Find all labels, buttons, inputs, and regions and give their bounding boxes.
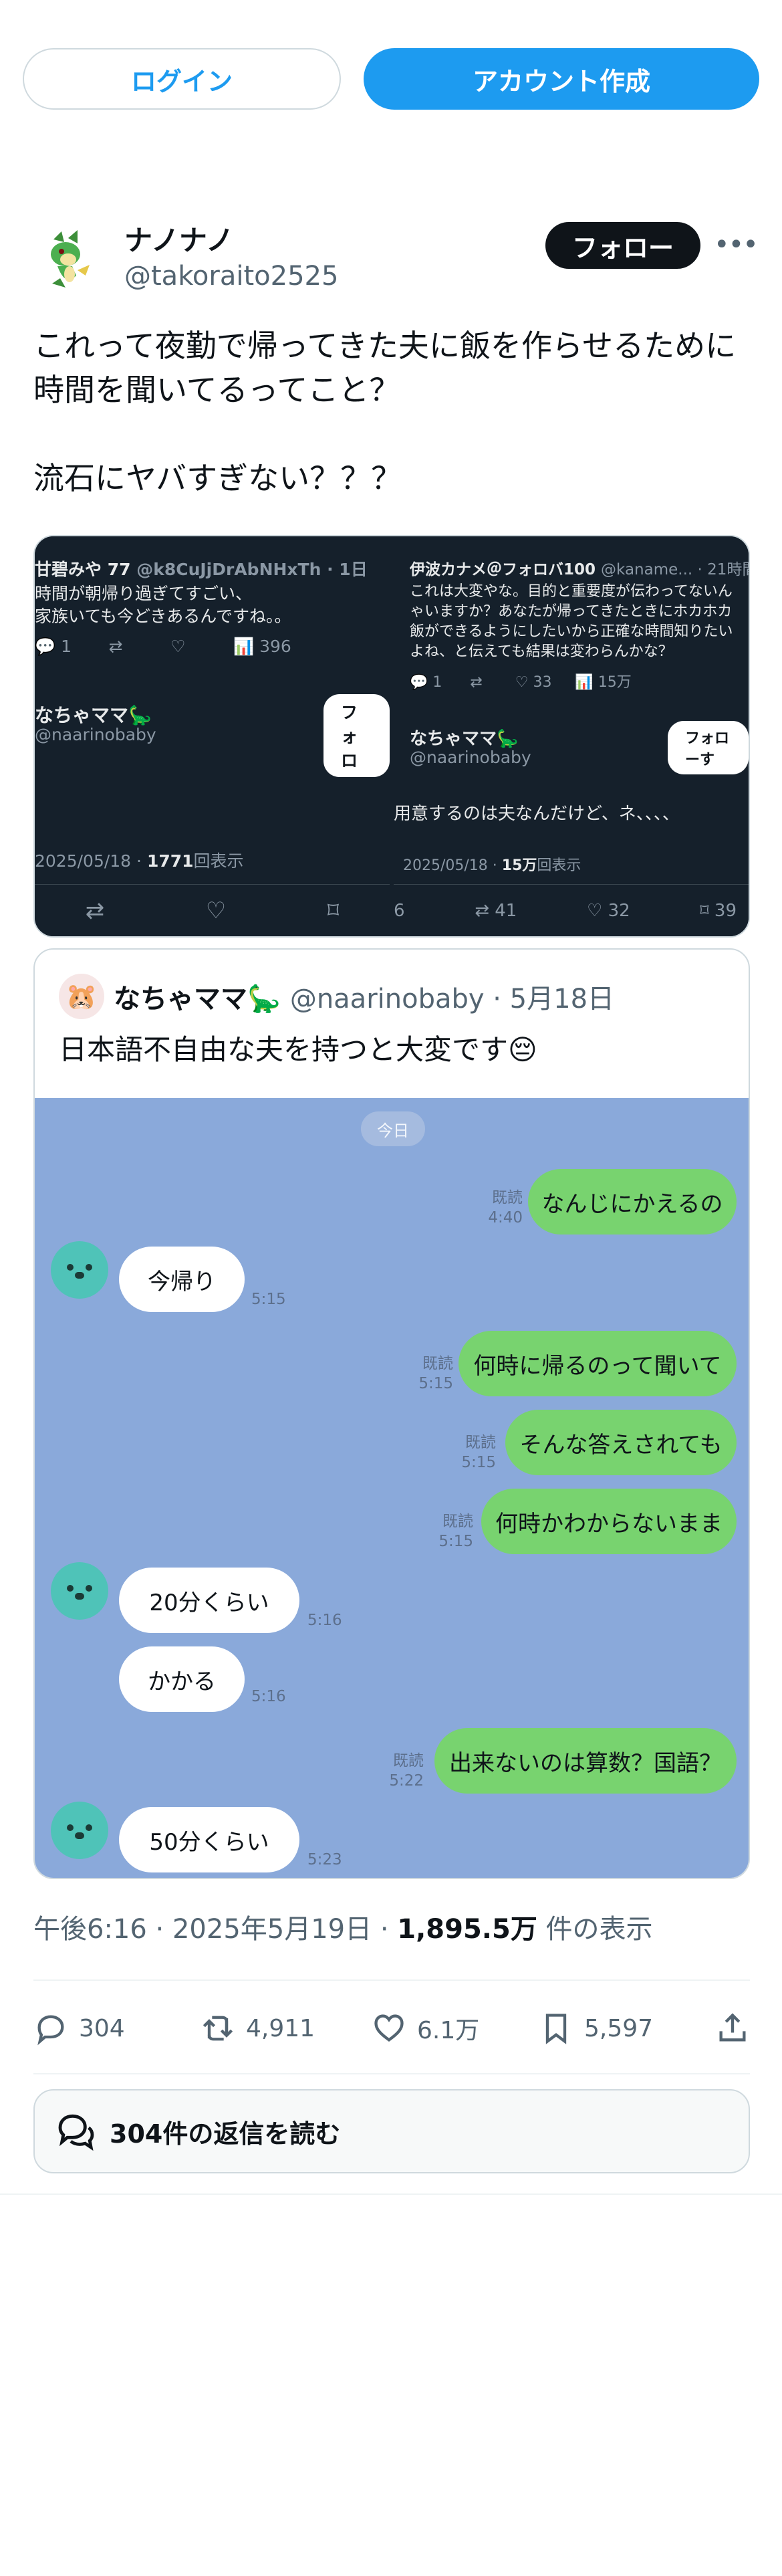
tweet-text: これって夜勤で帰ってきた夫に飯を作らせるために時間を聞いてるってこと？ 流石にヤ… bbox=[33, 328, 737, 496]
follow-button[interactable]: フォロー bbox=[545, 222, 700, 269]
message-bubble-received: 50分くらい bbox=[119, 1807, 299, 1872]
tweet-author: ナノナノ @takoraito2525 フォロー ••• bbox=[33, 214, 759, 308]
tweet-media[interactable]: 甘碧みや 77 @k8CuJjDrAbNHxTh · 1日 時間が朝帰り過ぎてす… bbox=[33, 535, 750, 938]
chat-bubbles-icon bbox=[58, 2114, 94, 2151]
media-image-left[interactable]: 甘碧みや 77 @k8CuJjDrAbNHxTh · 1日 時間が朝帰り過ぎてす… bbox=[35, 536, 390, 936]
reply-line: 飯ができるようにしたいから正確な時間知りたい bbox=[410, 623, 733, 640]
message-bubble-sent: なんじにかえるの bbox=[528, 1169, 737, 1235]
message-meta: 既読 5:15 bbox=[418, 1355, 453, 1392]
post-author: なちゃママ🦕 bbox=[35, 704, 152, 726]
bear-avatar-icon bbox=[51, 1241, 108, 1299]
quoted-tweet-header: 🐹 なちゃママ🦕 @naarinobaby · 5月18日 bbox=[59, 972, 614, 1021]
bookmark-icon: ⌑ 39 bbox=[700, 900, 737, 921]
message-bubble-sent: 何時に帰るのって聞いて bbox=[459, 1331, 737, 1396]
reply-icon bbox=[37, 2015, 64, 2046]
read-replies-label: 304件の返信を読む bbox=[110, 2119, 341, 2149]
author-handle[interactable]: @takoraito2525 bbox=[124, 261, 338, 292]
retweet-icon: ⇄ 41 bbox=[475, 900, 517, 921]
message-bubble-received: 今帰り bbox=[119, 1247, 245, 1312]
divider bbox=[0, 2193, 782, 2195]
post-handle: @naarinobaby bbox=[410, 748, 531, 767]
reply-count: 304 bbox=[79, 2014, 125, 2042]
signup-button[interactable]: アカウント作成 bbox=[364, 48, 759, 110]
reply-line: 家族いても今どきあるんですね。。 bbox=[35, 607, 291, 626]
login-button[interactable]: ログイン bbox=[23, 48, 341, 110]
bookmark-button[interactable]: 5,597 bbox=[539, 2011, 710, 2046]
more-horizontal-icon[interactable]: ••• bbox=[714, 227, 759, 262]
post-date: 2025/05/18 · 1771回表示 bbox=[35, 851, 244, 871]
bookmark-icon: ⌑ bbox=[327, 897, 340, 924]
share-button[interactable] bbox=[715, 2011, 750, 2046]
reply-author: 伊波カナメ＠フォロバ100 @kaname... · 21時間 bbox=[410, 561, 749, 578]
message-meta: 既読 5:15 bbox=[438, 1513, 473, 1550]
bear-avatar-icon bbox=[51, 1562, 108, 1620]
reply-author: 甘碧みや 77 @k8CuJjDrAbNHxTh · 1日 bbox=[35, 560, 368, 579]
message-bubble-sent: そんな答えされても bbox=[505, 1410, 737, 1475]
bookmark-icon bbox=[545, 2014, 567, 2044]
bookmark-count: 5,597 bbox=[584, 2014, 654, 2042]
quoted-author-meta: @naarinobaby · 5月18日 bbox=[289, 984, 615, 1014]
avatar: 🐹 bbox=[59, 974, 104, 1019]
media-image-right[interactable]: 伊波カナメ＠フォロバ100 @kaname... · 21時間 これは大変やな。… bbox=[394, 536, 749, 936]
reply-line: これは大変やな。目的と重要度が伝わってないん bbox=[410, 583, 733, 600]
read-replies-button[interactable]: 304件の返信を読む bbox=[33, 2089, 750, 2173]
auth-bar: ログイン アカウント作成 bbox=[23, 48, 759, 110]
reply-line: 時間が朝帰り過ぎてすごい、 bbox=[35, 584, 253, 603]
follow-button-screenshot: フォロ bbox=[323, 694, 390, 777]
message-meta: 既読 4:40 bbox=[488, 1189, 523, 1226]
post-author: なちゃママ🦕 bbox=[410, 729, 519, 749]
like-button[interactable]: 6.1万 bbox=[372, 2011, 539, 2046]
tweet-action-bar: 304 4,911 6.1万 5,597 bbox=[33, 2005, 750, 2052]
retweet-button[interactable]: 4,911 bbox=[201, 2011, 372, 2046]
message-bubble-sent: 何時かわからないまま bbox=[481, 1489, 737, 1554]
quoted-author-name: なちゃママ🦕 bbox=[114, 984, 281, 1014]
screenshot-action-bar: 6 ⇄ 41 ♡ 32 ⌑ 39 bbox=[394, 884, 749, 936]
follow-button-screenshot: フォローす bbox=[668, 721, 749, 774]
retweet-count: 4,911 bbox=[246, 2014, 315, 2042]
message-bubble-received: 20分くらい bbox=[119, 1568, 299, 1633]
post-date: 2025/05/18 · 15万回表示 bbox=[403, 857, 581, 874]
reply-stats: 💬 1 ⇄ ♡ 33 📊 15万 bbox=[410, 674, 632, 691]
post-body: 用意するのは夫なんだけど、ネ、、、、 bbox=[394, 804, 680, 824]
heart-icon: ♡ bbox=[205, 897, 227, 924]
avatar[interactable] bbox=[33, 226, 100, 293]
divider bbox=[33, 1979, 750, 1981]
like-count: 6.1万 bbox=[417, 2017, 480, 2044]
message-meta: 既読 5:22 bbox=[389, 1752, 424, 1790]
screenshot-action-bar: ⇄ ♡ ⌑ bbox=[35, 884, 390, 936]
message-meta: 5:16 bbox=[251, 1688, 286, 1705]
date-pill: 今日 bbox=[361, 1111, 425, 1146]
retweet-icon: ⇄ bbox=[85, 897, 105, 924]
message-meta: 5:23 bbox=[307, 1851, 342, 1868]
heart-icon: ♡ 32 bbox=[586, 900, 630, 921]
post-handle: @naarinobaby bbox=[35, 725, 156, 744]
divider bbox=[33, 2073, 750, 2074]
message-meta: 既読 5:15 bbox=[461, 1434, 496, 1471]
quoted-tweet[interactable]: 🐹 なちゃママ🦕 @naarinobaby · 5月18日 日本語不自由な夫を持… bbox=[33, 948, 750, 1879]
author-name[interactable]: ナノナノ bbox=[124, 218, 234, 259]
stat-number: 6 bbox=[394, 900, 405, 921]
quoted-tweet-text: 日本語不自由な夫を持つと大変です😔 bbox=[59, 1033, 537, 1066]
message-meta: 5:15 bbox=[251, 1291, 286, 1308]
message-bubble-received: かかる bbox=[119, 1646, 245, 1712]
message-meta: 5:16 bbox=[307, 1612, 342, 1629]
share-icon bbox=[719, 2013, 746, 2042]
tweet-timestamp: 午後6:16 · 2025年5月19日 · 1,895.5万 件の表示 bbox=[33, 1914, 653, 1945]
chat-screenshot[interactable]: 今日 既読 4:40 なんじにかえるの 今帰り 5:15 既読 5:15 何時に帰る… bbox=[35, 1098, 749, 1878]
retweet-icon bbox=[203, 2016, 233, 2041]
reply-button[interactable]: 304 bbox=[33, 2011, 201, 2046]
message-bubble-sent: 出来ないのは算数？国語？ bbox=[434, 1728, 737, 1794]
reply-line: ゃいますか？あなたが帰ってきたときにホカホカ bbox=[410, 603, 733, 620]
reply-line: よね、と伝えても結果は変わらんかな？ bbox=[410, 643, 673, 660]
heart-icon bbox=[374, 2014, 404, 2042]
reply-stats: 💬 1 ⇄ ♡ 📊 396 bbox=[35, 637, 291, 656]
bear-avatar-icon bbox=[51, 1802, 108, 1859]
